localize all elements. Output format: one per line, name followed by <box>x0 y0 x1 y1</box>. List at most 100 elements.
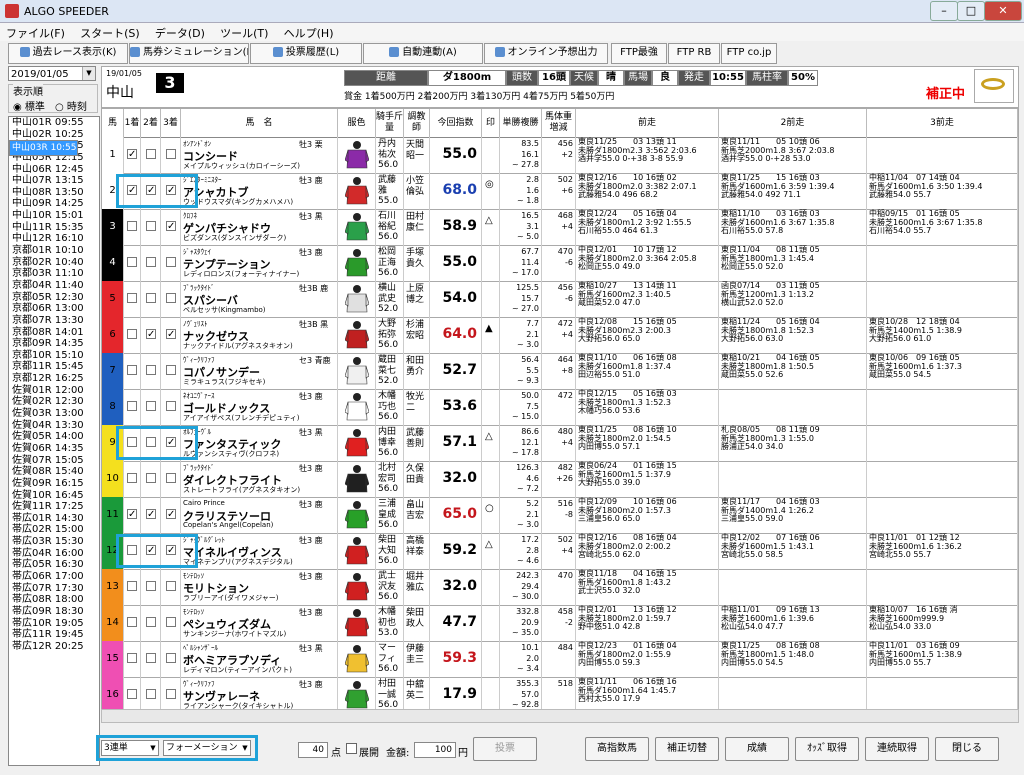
prev2-cell[interactable]: 東良11/17 04 16頭 03 新馬ダ1400m1.4 1:26.2 三浦皇… <box>719 497 867 533</box>
mark-cell[interactable]: △ <box>482 425 500 461</box>
second-checkbox[interactable] <box>146 617 156 627</box>
race-list-item[interactable]: 佐賀02R 12:30 <box>9 396 99 408</box>
horse-row[interactable]: 14 ﾓﾝﾃﾛｯｿ 牡3 鹿ペシュウィズダム サンキンジーナ(ホワイトマズル) 木幡 初… <box>102 605 1018 642</box>
first-checkbox[interactable] <box>127 653 137 663</box>
horse-name-cell[interactable]: ﾌﾞﾗｯｸﾀｲﾄﾞ 牡3 鹿ダイレクトフライト ストレートフライ(アグネスタキオン) <box>181 461 338 497</box>
prev2-cell[interactable]: 札良08/05 08 11頭 09 新馬芝1800m1.3 1:55.0 勝浦正… <box>719 425 867 461</box>
first-checkbox[interactable] <box>127 581 137 591</box>
mark-cell[interactable] <box>482 461 500 497</box>
menu-tools[interactable]: ツール(T) <box>214 23 274 43</box>
bet-type-select[interactable]: 3連単 ▼ <box>101 740 159 756</box>
race-list-item[interactable]: 佐賀07R 15:05 <box>9 455 99 467</box>
second-checkbox[interactable] <box>146 473 156 483</box>
first-checkbox[interactable] <box>127 689 137 699</box>
bet-simulation-button[interactable]: 馬券シミュレーション(B) <box>129 43 249 64</box>
third-checkbox[interactable] <box>166 689 176 699</box>
third-checkbox[interactable] <box>166 581 176 591</box>
race-list-item[interactable]: 帯広11R 19:45 <box>9 629 99 641</box>
second-checkbox[interactable] <box>146 149 156 159</box>
prev2-cell[interactable]: 東良11/25 15 16頭 03 新馬ダ1600m1.6 3:59 1:39.… <box>719 173 867 209</box>
prev3-cell[interactable] <box>867 461 1018 497</box>
race-list-item[interactable]: 中山12R 16:10 <box>9 233 99 245</box>
horse-name-cell[interactable]: ｵﾝｱﾝﾄﾞｵﾝ 牡3 栗コンシード メイプルウィッシュ(カロイーシーズ) <box>181 137 338 173</box>
prev1-cell[interactable]: 中良12/01 10 17頭 12 未勝ダ1800m2.0 3:364 2:05… <box>576 245 719 281</box>
mark-cell[interactable]: ◎ <box>482 173 500 209</box>
mark-cell[interactable] <box>482 605 500 641</box>
first-checkbox[interactable] <box>127 473 137 483</box>
horse-row[interactable]: 13 ﾓﾝﾃﾛｯｿ 牡3 鹿モリトション ラブリーアイ(ダイワメジャー) 武士 沢友 5… <box>102 569 1018 606</box>
mark-cell[interactable]: ▲ <box>482 317 500 353</box>
prev2-cell[interactable]: 中稲11/01 09 16頭 13 未勝芝1600m1.6 1:39.6 松山弘… <box>719 605 867 641</box>
horse-name-cell[interactable]: ｳﾞｨｰｸﾘﾌｧﾌ 牡3 鹿サンヴァレーネ ライアンシャーク(タイキシャトル) <box>181 677 338 709</box>
prev2-cell[interactable]: 函良07/14 03 11頭 05 新馬芝1200m1.3 1:13.2 横山武… <box>719 281 867 317</box>
horizontal-scrollbar[interactable] <box>101 709 1019 723</box>
race-list-item[interactable]: 佐賀10R 16:45 <box>9 490 99 502</box>
race-list-item[interactable]: 中山02R 10:25 <box>9 129 99 141</box>
prev2-cell[interactable] <box>719 569 867 605</box>
prev1-cell[interactable]: 中良12/15 05 16頭 03 未勝芝1800m1.3 1:52.3 木幡巧… <box>576 389 719 425</box>
prev2-cell[interactable]: 東稲11/10 03 16頭 03 未勝ダ1600m1.6 3:67 1:35.… <box>719 209 867 245</box>
first-checkbox[interactable] <box>127 221 137 231</box>
race-list-item[interactable]: 京都06R 13:00 <box>9 303 99 315</box>
third-checkbox[interactable] <box>166 653 176 663</box>
horse-name-cell[interactable]: ｼﾞｬｯｸﾞﾙｸﾞﾚｯﾄ 牡3 鹿マイネルイヴィンス マイネテンプリ(アグネスデジタ… <box>181 533 338 569</box>
second-checkbox[interactable] <box>146 401 156 411</box>
race-list-item[interactable]: 京都07R 13:30 <box>9 315 99 327</box>
second-checkbox[interactable]: ✓ <box>146 509 156 520</box>
prev3-cell[interactable] <box>867 245 1018 281</box>
ftp-cojp-button[interactable]: FTP co.jp <box>721 43 777 64</box>
prev3-cell[interactable]: 中稲11/04 07 14頭 04 新馬ダ1600m1.6 3:50 1:39.… <box>867 173 1018 209</box>
vote-button[interactable]: 投票 <box>473 737 537 761</box>
race-list-item[interactable]: 佐賀09R 16:15 <box>9 478 99 490</box>
horse-name-cell[interactable]: ｵﾙﾌｪｰｳﾞﾙ 牡3 黒ファンタスティック ルヴァンシスティヴ(クロフネ) <box>181 425 338 461</box>
mark-cell[interactable] <box>482 569 500 605</box>
first-checkbox[interactable] <box>127 329 137 339</box>
vote-history-button[interactable]: 投票履歴(L) <box>250 43 362 64</box>
horse-row[interactable]: 3 ✓ ｸﾛﾌﾈ 牡3 黒ゲンパチシャドウ ビズダンス(ダンスインザダーク) 石川 裕紀 … <box>102 209 1018 246</box>
mark-cell[interactable]: △ <box>482 209 500 245</box>
race-list-item[interactable]: 佐賀01R 12:00 <box>9 385 99 397</box>
race-list-item[interactable]: 京都11R 15:45 <box>9 361 99 373</box>
race-list-item[interactable]: 京都08R 14:01 <box>9 327 99 339</box>
race-list-item[interactable]: 帯広12R 20:25 <box>9 641 99 653</box>
mark-cell[interactable]: ○ <box>482 497 500 533</box>
results-button[interactable]: 成績 <box>725 737 789 761</box>
prev3-cell[interactable] <box>867 389 1018 425</box>
prev3-cell[interactable]: 中良11/01 01 12頭 12 未勝芝1600m1.6 1:36.2 宮崎北… <box>867 533 1018 569</box>
second-checkbox[interactable] <box>146 293 156 303</box>
prev1-cell[interactable]: 中良12/09 10 16頭 06 未勝ダ1800m2.0 1:57.3 三浦皇… <box>576 497 719 533</box>
horse-row[interactable]: 10 ﾌﾞﾗｯｸﾀｲﾄﾞ 牡3 鹿ダイレクトフライト ストレートフライ(アグネスタキオ… <box>102 461 1018 498</box>
first-checkbox[interactable] <box>127 293 137 303</box>
race-list-item[interactable]: 帯広01R 14:30 <box>9 513 99 525</box>
horseshoe-button[interactable] <box>974 69 1014 103</box>
prev1-cell[interactable]: 東良06/24 01 16頭 15 新馬芝1600m1.5 1:37.9 大野拓… <box>576 461 719 497</box>
race-list-item[interactable]: 中山09R 14:25 <box>9 198 99 210</box>
order-time-radio[interactable]: ○ 時刻 <box>55 98 87 113</box>
prev3-cell[interactable] <box>867 425 1018 461</box>
correction-toggle-button[interactable]: 補正切替 <box>655 737 719 761</box>
expand-checkbox[interactable] <box>346 743 357 754</box>
race-list-item[interactable]: 中山06R 12:45 <box>9 164 99 176</box>
third-checkbox[interactable] <box>166 401 176 411</box>
prev3-cell[interactable] <box>867 677 1018 709</box>
mark-cell[interactable] <box>482 281 500 317</box>
race-list-item[interactable]: 佐賀06R 14:35 <box>9 443 99 455</box>
horse-row[interactable]: 16 ｳﾞｨｰｸﾘﾌｧﾌ 牡3 鹿サンヴァレーネ ライアンシャーク(タイキシャトル) 村… <box>102 677 1018 709</box>
amount-input[interactable]: 100 <box>414 742 456 758</box>
horse-row[interactable]: 7 ｳﾞｨｰｸﾘﾌｧﾌ セ3 青鹿 コパノサンデー ミラキュラス(フジキセキ) 蔵田 菜七… <box>102 353 1018 390</box>
race-list-item[interactable]: 京都05R 12:30 <box>9 292 99 304</box>
horse-row[interactable]: 6 ✓ ✓ ﾉｳﾞｪﾘｽﾄ 牡3B 黒ナックゼウス ナックアイドル(アグネスタキオン) 大野… <box>102 317 1018 354</box>
auto-sync-button[interactable]: 自動連動(A) <box>363 43 483 64</box>
prev2-cell[interactable]: 中良12/02 07 16頭 06 未勝ダ1600m1.5 1:43.1 宮崎北… <box>719 533 867 569</box>
horse-row[interactable]: 4 ｼﾞｬｽﾀｳｪｲ 牡3 鹿テンプテーション レディロロンス(フォーティナイナー) 松… <box>102 245 1018 282</box>
horse-name-cell[interactable]: ﾉｳﾞｪﾘｽﾄ 牡3B 黒ナックゼウス ナックアイドル(アグネスタキオン) <box>181 317 338 353</box>
menu-data[interactable]: データ(D) <box>149 23 211 43</box>
prev2-cell[interactable]: 東良11/25 08 16頭 08 新馬芝1800m1.5 1:48.0 内田博… <box>719 641 867 677</box>
race-list-item[interactable]: 帯広03R 15:30 <box>9 536 99 548</box>
second-checkbox[interactable] <box>146 689 156 699</box>
close-button[interactable]: 閉じる <box>935 737 999 761</box>
race-list-item[interactable]: 帯広02R 15:00 <box>9 524 99 536</box>
race-list-item[interactable]: 佐賀03R 13:00 <box>9 408 99 420</box>
second-checkbox[interactable]: ✓ <box>146 329 156 340</box>
prev3-cell[interactable] <box>867 137 1018 173</box>
